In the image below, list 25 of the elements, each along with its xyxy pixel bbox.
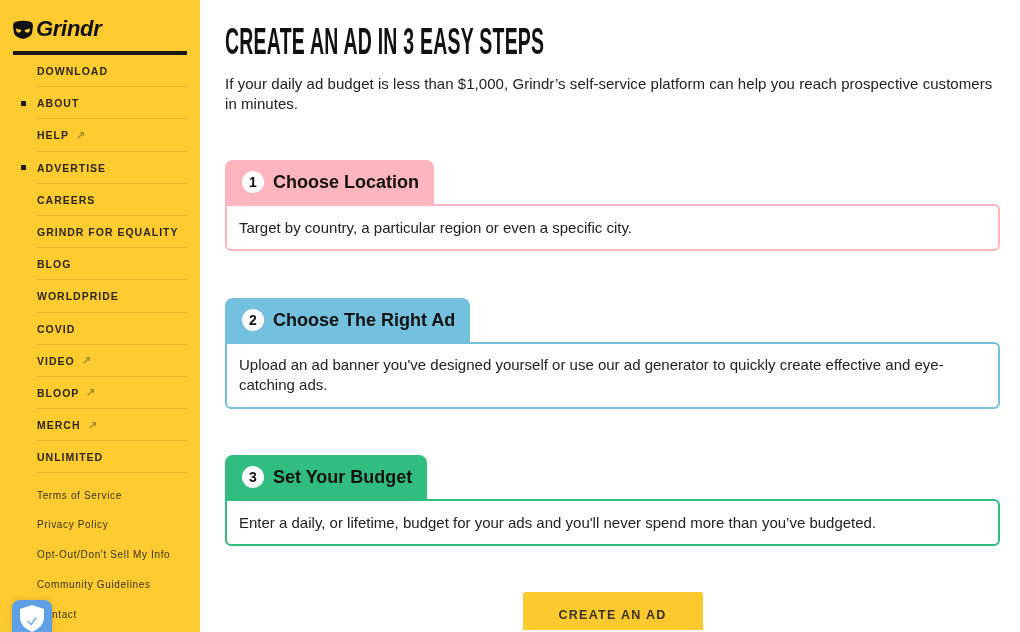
arrow-icon bbox=[87, 389, 95, 397]
step-number: 3 bbox=[242, 466, 264, 488]
arrow-icon bbox=[77, 131, 84, 139]
step-title: Choose The Right Ad bbox=[273, 308, 456, 331]
step-title: Choose Location bbox=[273, 171, 419, 193]
shield-button[interactable] bbox=[12, 600, 52, 632]
shield-check-icon bbox=[20, 605, 44, 632]
step-description: Upload an ad banner you've designed yourself or use our ad generator to quickly create effective and eye-catching ads. bbox=[225, 341, 1000, 409]
footer-link[interactable]: Terms of Service bbox=[37, 489, 122, 501]
step-number: 2 bbox=[242, 308, 264, 331]
step-description: Target by country, a particular region or even a specific city. bbox=[225, 204, 1000, 251]
mask-icon bbox=[13, 19, 33, 39]
step-number: 1 bbox=[242, 171, 264, 193]
footer-link[interactable]: Community Guidelines bbox=[37, 578, 151, 590]
arrow-icon bbox=[82, 357, 90, 365]
intro-text: If your daily ad budget is less than $1,000, Grindr’s self-service platform can help you reach prospective customers in minutes. bbox=[225, 74, 994, 114]
arrow-icon bbox=[88, 421, 96, 429]
step-title: Set Your Budget bbox=[273, 466, 413, 488]
footer-link[interactable]: Privacy Policy bbox=[37, 519, 109, 531]
step-description: Enter a daily, or lifetime, budget for your ads and you'll never spend more than you’ve budgeted. bbox=[225, 499, 1000, 546]
logo-link[interactable]: Grindr bbox=[13, 17, 102, 41]
footer-link[interactable]: ntact bbox=[52, 608, 77, 620]
page-heading: CREATE AN AD IN 3 EASY STEPS bbox=[225, 23, 545, 60]
create-ad-button[interactable]: CREATE AN AD bbox=[522, 592, 703, 630]
footer-link[interactable]: Opt-Out/Don't Sell My Info bbox=[37, 549, 171, 561]
